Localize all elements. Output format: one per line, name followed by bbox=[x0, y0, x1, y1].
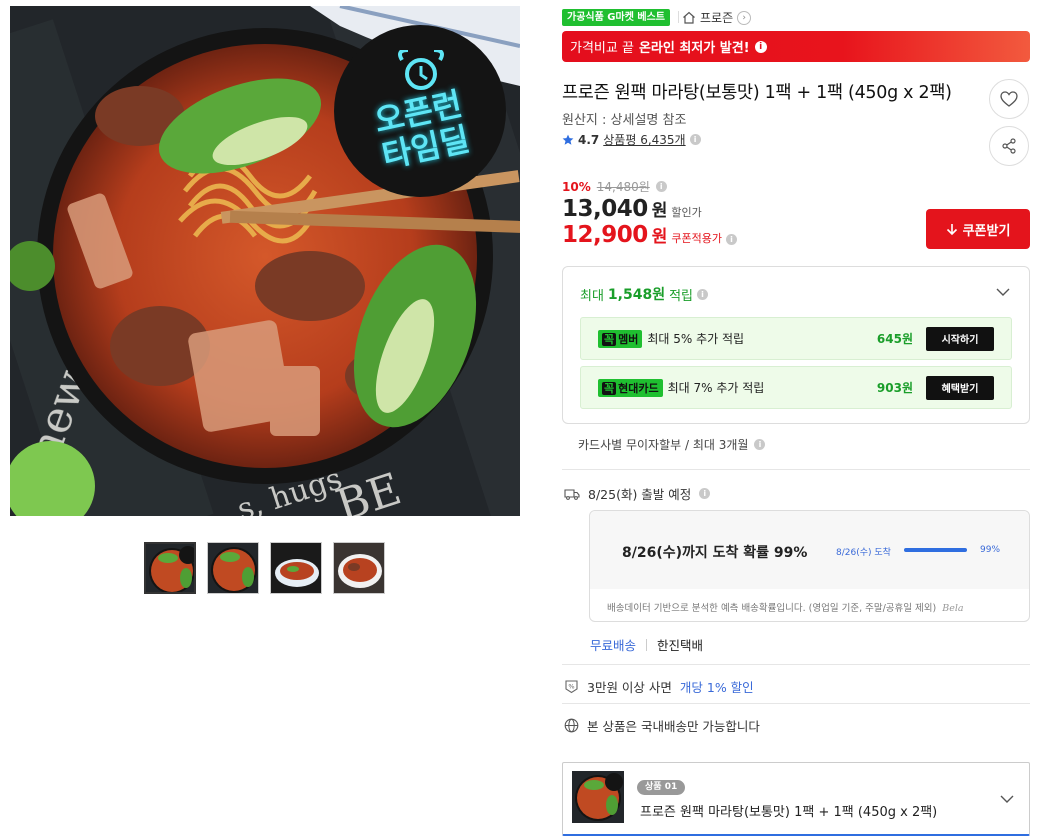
coupon-price: 12,900 bbox=[562, 222, 648, 248]
reward-summary[interactable]: 최대 1,548원 적립 i bbox=[580, 284, 709, 304]
info-icon[interactable]: i bbox=[726, 234, 738, 245]
sale-price-unit: 원 bbox=[651, 201, 668, 221]
reward-card-hyundai: 꼭 현대카드 최대 7% 추가 적립 903원 혜택받기 bbox=[580, 366, 1012, 409]
review-link[interactable]: 상품평 6,435개 bbox=[603, 131, 685, 148]
prediction-note-text: 배송데이터 기반으로 분석한 예측 배송확률입니다. (영업일 기준, 주말/공… bbox=[607, 603, 937, 614]
heart-icon bbox=[1000, 91, 1018, 107]
info-icon[interactable]: i bbox=[754, 439, 766, 450]
option-selector[interactable] bbox=[562, 762, 1030, 836]
rating-score: 4.7 bbox=[578, 132, 600, 147]
membership-tag: 꼭 멤버 bbox=[598, 329, 643, 348]
option-name: 프로즌 원팩 마라탕(보통맛) 1팩 + 1팩 (450g x 2팩) bbox=[640, 805, 938, 820]
free-shipping-label: 무료배송 bbox=[590, 638, 637, 653]
chevron-right-icon: › bbox=[737, 10, 752, 25]
installment-info: 카드사별 무이자할부 / 최대 3개월 i bbox=[578, 436, 766, 453]
installment-text: 카드사별 무이자할부 / 최대 3개월 bbox=[578, 438, 749, 452]
discount-rate: 10% bbox=[562, 179, 591, 194]
download-icon bbox=[946, 223, 957, 235]
bulk-highlight: 개당 1% 할인 bbox=[679, 680, 754, 695]
info-icon[interactable]: i bbox=[689, 134, 701, 145]
shipping-method: 무료배송 한진택배 bbox=[590, 635, 703, 654]
prediction-progress-bar bbox=[904, 548, 967, 552]
reward-amount: 1,548원 bbox=[607, 287, 666, 303]
product-origin: 원산지 : 상세설명 참조 bbox=[562, 113, 687, 128]
thumbnail-3[interactable] bbox=[270, 542, 322, 594]
shipping-departure: 8/25(화) 출발 예정 i bbox=[564, 484, 711, 503]
reward-card-amount: 903원 bbox=[876, 381, 913, 395]
reward-suffix: 적립 bbox=[669, 288, 694, 304]
price-banner-prefix: 가격비교 끝 bbox=[570, 41, 634, 56]
departure-text: 8/25(화) 출발 예정 bbox=[588, 487, 692, 502]
best-badge[interactable]: 가공식품 G마켓 베스트 bbox=[562, 9, 670, 26]
prediction-note: 배송데이터 기반으로 분석한 예측 배송확률입니다. (영업일 기준, 주말/공… bbox=[607, 600, 964, 614]
thumbnail-image bbox=[334, 543, 384, 593]
tag-percent-icon: % bbox=[565, 680, 578, 694]
star-icon bbox=[562, 134, 574, 145]
thumbnail-image bbox=[208, 543, 258, 593]
get-coupon-label: 쿠폰받기 bbox=[962, 223, 1011, 239]
chevron-down-icon[interactable] bbox=[995, 284, 1011, 300]
domestic-text: 본 상품은 국내배송만 가능합니다 bbox=[587, 719, 760, 734]
original-price: 14,480원 bbox=[596, 180, 650, 194]
option-index-badge: 상품 01 bbox=[637, 780, 686, 795]
get-benefit-button[interactable]: 혜택받기 bbox=[926, 375, 994, 400]
hyundai-card-tag: 꼭 현대카드 bbox=[598, 378, 663, 397]
prediction-date: 8/26(수) 도착 bbox=[836, 548, 891, 558]
reward-card-text: 최대 7% 추가 적립 bbox=[667, 381, 765, 395]
thumbnail-image bbox=[271, 543, 321, 593]
svg-text:%: % bbox=[568, 683, 574, 691]
divider bbox=[562, 703, 1030, 704]
thumbnail-list bbox=[144, 542, 385, 594]
product-main-image[interactable]: new york BE s, hugs bbox=[10, 6, 520, 516]
reward-card-amount: 645원 bbox=[876, 332, 913, 346]
option-image bbox=[572, 771, 624, 823]
reward-card-membership: 꼭 멤버 최대 5% 추가 적립 645원 시작하기 bbox=[580, 317, 1012, 360]
coupon-price-row: 12,900 원 쿠폰적용가 i bbox=[562, 222, 738, 248]
get-coupon-button[interactable]: 쿠폰받기 bbox=[926, 209, 1030, 249]
domestic-shipping-notice: 본 상품은 국내배송만 가능합니다 bbox=[564, 716, 760, 735]
prediction-percent: 99% bbox=[980, 545, 1001, 555]
reward-card-text: 최대 5% 추가 적립 bbox=[647, 332, 745, 346]
info-icon[interactable]: i bbox=[697, 288, 709, 300]
sale-price-label: 할인가 bbox=[671, 206, 702, 219]
bulk-prefix: 3만원 이상 사면 bbox=[587, 680, 672, 695]
product-title: 프로즌 원팩 마라탕(보통맛) 1팩 + 1팩 (450g x 2팩) bbox=[562, 83, 952, 103]
brand-shop-link[interactable]: 프로즌 › bbox=[682, 8, 752, 27]
like-button[interactable] bbox=[989, 79, 1029, 119]
chevron-down-icon[interactable] bbox=[998, 790, 1016, 808]
lowest-price-banner[interactable]: 가격비교 끝 온라인 최저가 발견! i bbox=[562, 31, 1030, 62]
divider bbox=[562, 664, 1030, 665]
sale-price: 13,040 bbox=[562, 196, 648, 222]
home-icon bbox=[683, 11, 695, 24]
divider bbox=[678, 11, 679, 23]
thumbnail-4[interactable] bbox=[333, 542, 385, 594]
coupon-price-label: 쿠폰적용가 bbox=[671, 232, 723, 245]
info-icon[interactable]: i bbox=[699, 488, 711, 499]
discount-row: 10% 14,480원 i bbox=[562, 178, 667, 195]
divider bbox=[646, 638, 648, 651]
thumbnail-2[interactable] bbox=[207, 542, 259, 594]
thumbnail-image bbox=[146, 544, 194, 592]
prediction-headline: 8/26(수)까지 도착 확률 99% bbox=[622, 545, 808, 561]
price-banner-highlight: 온라인 최저가 발견! bbox=[638, 41, 750, 56]
info-icon[interactable]: i bbox=[655, 181, 667, 192]
truck-icon bbox=[564, 488, 580, 500]
option-thumbnail bbox=[572, 771, 624, 823]
rating-summary: 4.7 상품평 6,435개 i bbox=[562, 131, 701, 148]
alarm-clock-icon bbox=[398, 50, 444, 90]
coupon-price-unit: 원 bbox=[651, 227, 668, 247]
start-membership-button[interactable]: 시작하기 bbox=[926, 326, 994, 351]
share-icon bbox=[1002, 138, 1016, 154]
sale-price-row: 13,040 원 할인가 bbox=[562, 196, 702, 222]
thumbnail-1[interactable] bbox=[144, 542, 196, 594]
globe-icon bbox=[564, 718, 579, 733]
brand-name: 프로즌 bbox=[700, 11, 734, 25]
bulk-discount-row: % 3만원 이상 사면 개당 1% 할인 bbox=[564, 677, 754, 696]
prediction-brand: Bela bbox=[942, 603, 964, 614]
divider bbox=[562, 469, 1030, 470]
reward-prefix: 최대 bbox=[580, 288, 604, 304]
share-button[interactable] bbox=[989, 126, 1029, 166]
info-icon[interactable]: i bbox=[754, 40, 767, 53]
carrier-name: 한진택배 bbox=[657, 638, 704, 653]
